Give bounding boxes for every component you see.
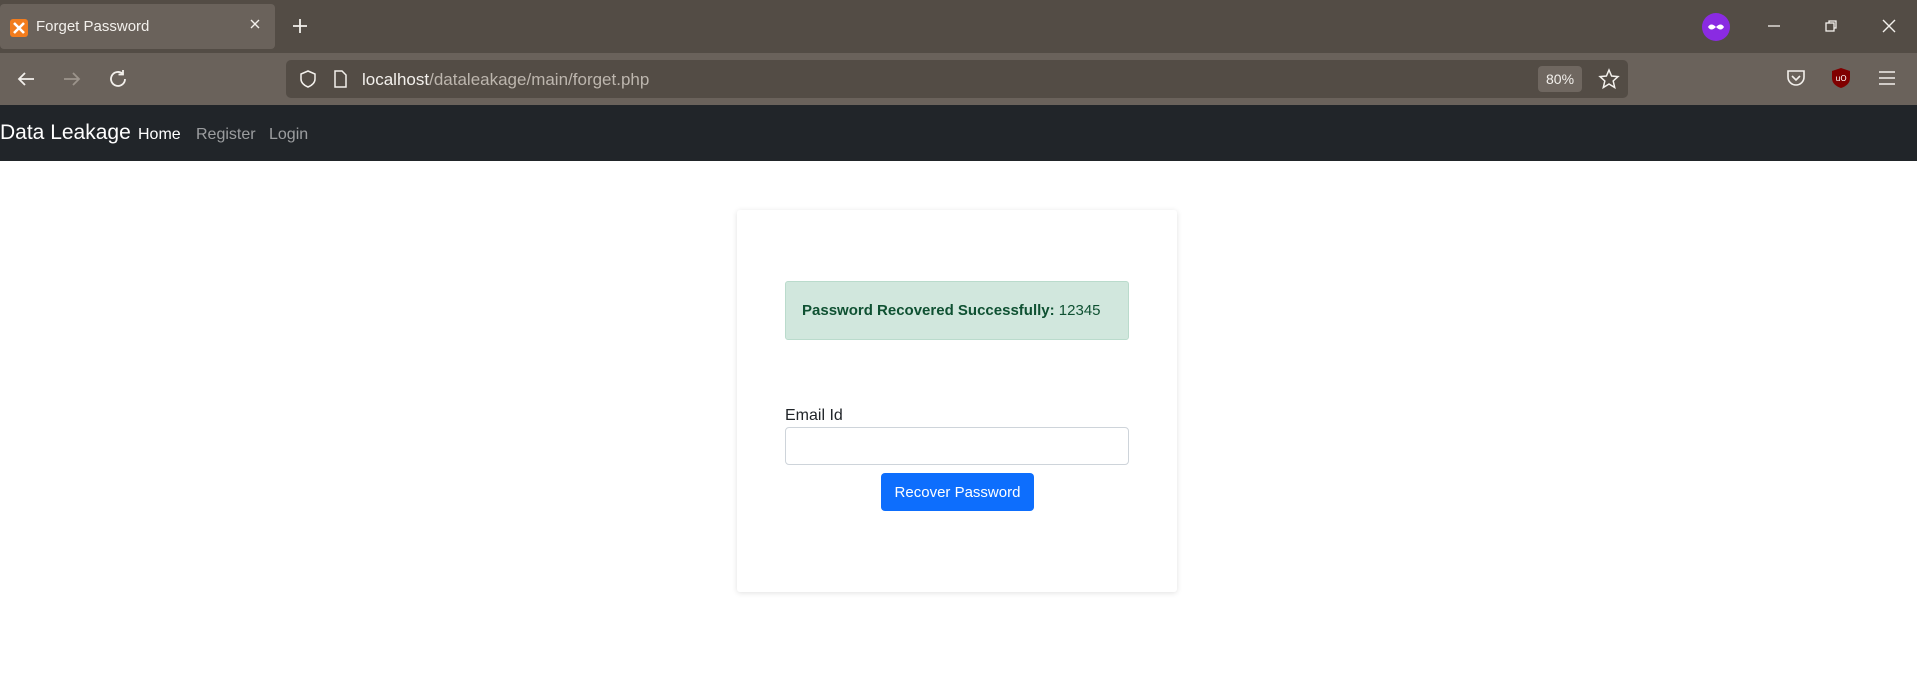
forward-arrow-icon[interactable] <box>60 67 84 91</box>
bookmark-star-icon[interactable] <box>1598 68 1620 95</box>
minimize-icon[interactable] <box>1764 16 1784 36</box>
recover-password-card: Password Recovered Successfully: 12345 E… <box>737 210 1177 592</box>
browser-tab[interactable]: Forget Password <box>0 4 275 49</box>
email-input[interactable] <box>785 427 1129 465</box>
private-browsing-icon <box>1702 13 1730 41</box>
close-window-icon[interactable] <box>1879 16 1899 36</box>
nav-link-home[interactable]: Home <box>138 126 181 144</box>
xampp-favicon-icon <box>10 19 28 37</box>
brand-logo-text[interactable]: Data Leakage <box>0 121 131 145</box>
recover-password-button[interactable]: Recover Password <box>881 473 1034 511</box>
alert-value: 12345 <box>1058 302 1101 319</box>
site-navbar: Data Leakage Home Register Login <box>0 105 1917 161</box>
reload-icon[interactable] <box>106 67 130 91</box>
email-label: Email Id <box>785 407 843 424</box>
success-alert: Password Recovered Successfully: 12345 <box>785 281 1129 340</box>
alert-heading: Password Recovered Successfully: <box>802 302 1055 319</box>
url-path: /dataleakage/main/forget.php <box>429 70 650 89</box>
ublock-origin-icon[interactable]: uO <box>1830 67 1852 89</box>
tab-title: Forget Password <box>36 18 150 35</box>
page-info-icon[interactable] <box>330 69 350 94</box>
tab-close-icon[interactable] <box>247 16 263 32</box>
address-bar[interactable]: localhost/dataleakage/main/forget.php 80… <box>286 60 1628 98</box>
zoom-indicator[interactable]: 80% <box>1538 66 1583 92</box>
nav-link-register[interactable]: Register <box>196 126 256 144</box>
url-host: localhost <box>362 70 430 89</box>
nav-link-login[interactable]: Login <box>269 126 308 144</box>
new-tab-icon[interactable] <box>290 16 310 36</box>
browser-titlebar: Forget Password <box>0 0 1917 53</box>
svg-text:uO: uO <box>1835 74 1846 83</box>
menu-hamburger-icon[interactable] <box>1876 67 1898 89</box>
url-text[interactable]: localhost/dataleakage/main/forget.php <box>362 70 649 90</box>
browser-toolbar: localhost/dataleakage/main/forget.php 80… <box>0 53 1917 105</box>
pocket-icon[interactable] <box>1785 67 1807 89</box>
restore-icon[interactable] <box>1821 16 1841 36</box>
tracking-shield-icon[interactable] <box>298 69 318 94</box>
back-arrow-icon[interactable] <box>14 67 38 91</box>
